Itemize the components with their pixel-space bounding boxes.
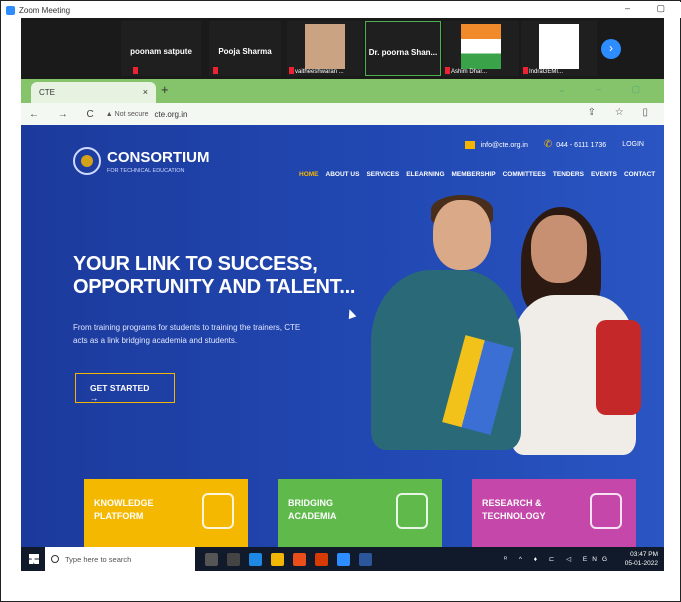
menu-item-elearning[interactable]: ELEARNING [406, 171, 444, 178]
url-input[interactable]: cte.org.in [155, 110, 188, 119]
next-page-button[interactable]: › [601, 39, 621, 59]
close-tab-icon[interactable]: × [143, 87, 148, 97]
participant-caption: vaitheeshwaran ... [295, 69, 344, 75]
student-face [433, 200, 491, 270]
menu-item-membership[interactable]: MEMBERSHIP [452, 171, 496, 178]
phone-icon: ✆ [543, 139, 553, 150]
contact-bar: info@cte.org.in ✆ 044 - 6111 1736 LOGIN [464, 139, 644, 150]
backpack-image [596, 320, 641, 415]
zoom-title-bar: Zoom Meeting – ▢ [2, 2, 681, 18]
menu-item-services[interactable]: SERVICES [366, 171, 399, 178]
tab-bar: CTE × + ⌄ – ▢ [21, 79, 664, 103]
muted-mic-icon [213, 67, 218, 74]
menu-item-contact[interactable]: CONTACT [624, 171, 655, 178]
taskbar-apps [205, 552, 372, 566]
security-indicator[interactable]: ▲ Not secure [106, 111, 149, 118]
participant-video [305, 24, 345, 69]
mail-icon [464, 140, 475, 149]
flag-avatar [461, 24, 501, 69]
task-view-icon[interactable] [227, 552, 240, 566]
browser-action-icons[interactable]: ⇪ ☆ ▯ [588, 107, 656, 118]
participant-tile[interactable]: Ashim Dhar... [443, 21, 519, 76]
browser-window: CTE × + ⌄ – ▢ ← → C ▲ Not secure cte.org… [21, 79, 664, 547]
clock-time: 03:47 PM [630, 551, 658, 558]
research-search-icon [590, 493, 622, 529]
participant-tile[interactable]: Pooja Sharma [209, 21, 281, 76]
site-logo[interactable]: CONSORTIUM FOR TECHNICAL EDUCATION [73, 147, 210, 175]
menu-item-events[interactable]: EVENTS [591, 171, 617, 178]
participant-tile[interactable]: IndraGEMI... [521, 21, 597, 76]
logo-title: CONSORTIUM [107, 148, 210, 166]
zoom-app-icon[interactable] [337, 552, 350, 566]
new-tab-button[interactable]: + [161, 82, 169, 97]
chrome-icon[interactable] [293, 552, 306, 566]
participant-caption: IndraGEMI... [529, 69, 564, 75]
clock[interactable]: 03:47 PM 05-01-2022 [625, 550, 658, 568]
login-link[interactable]: LOGIN [622, 141, 644, 148]
muted-mic-icon [133, 67, 138, 74]
taskbar: Type here to search ᴿ ^ ♦ ⊏ ◁ ENG 03:47 … [21, 547, 664, 571]
hero-heading: YOUR LINK TO SUCCESS, OPPORTUNITY AND TA… [73, 253, 355, 299]
mouse-cursor-icon [345, 307, 357, 320]
tab-cte[interactable]: CTE × [31, 82, 156, 103]
participant-name: Pooja Sharma [218, 47, 272, 56]
search-placeholder: Type here to search [65, 554, 132, 564]
screen: Zoom Meeting – ▢ poonam satpute Pooja Sh… [0, 0, 681, 602]
main-menu: HOME ABOUT US SERVICES ELEARNING MEMBERS… [299, 171, 655, 178]
bridging-academia-card[interactable]: BRIDGING ACADEMIA [278, 479, 442, 547]
cloud-logo-icon [73, 147, 101, 175]
system-tray-icons[interactable]: ᴿ ^ ♦ ⊏ ◁ ENG [504, 555, 612, 563]
phone-link[interactable]: ✆ 044 - 6111 1736 [544, 139, 606, 150]
participant-name: Dr. poorna Shan... [368, 48, 438, 57]
muted-mic-icon [523, 67, 528, 74]
window-controls[interactable]: – ▢ [625, 3, 677, 14]
participant-caption: Ashim Dhar... [451, 69, 488, 75]
research-technology-card[interactable]: RESEARCH & TECHNOLOGY [472, 479, 636, 547]
email-link[interactable]: info@cte.org.in [464, 140, 528, 149]
file-explorer-icon[interactable] [271, 552, 284, 566]
hero-line-2: OPPORTUNITY AND TALENT... [73, 276, 356, 298]
search-icon [51, 555, 59, 563]
logo-subtitle: FOR TECHNICAL EDUCATION [107, 167, 185, 174]
address-bar: ← → C ▲ Not secure cte.org.in ⇪ ☆ ▯ [21, 103, 664, 125]
knowledge-platform-card[interactable]: KNOWLEDGE PLATFORM [84, 479, 248, 547]
website: info@cte.org.in ✆ 044 - 6111 1736 LOGIN C… [21, 125, 664, 547]
tab-title: CTE [39, 88, 55, 97]
student-face [531, 215, 587, 283]
menu-item-tenders[interactable]: TENDERS [553, 171, 584, 178]
participant-tile-active[interactable]: Dr. poorna Shan... [365, 21, 441, 76]
zoom-window-title: Zoom Meeting [19, 5, 71, 15]
lightbulb-book-icon [202, 493, 234, 529]
zoom-logo-icon [6, 5, 15, 15]
participant-name: poonam satpute [130, 47, 192, 56]
participant-tile[interactable]: poonam satpute [121, 21, 201, 76]
menu-item-home[interactable]: HOME [299, 171, 319, 178]
mic-icon[interactable] [205, 552, 218, 566]
graduate-icon [396, 493, 428, 529]
powerpoint-icon[interactable] [315, 552, 328, 566]
menu-item-committees[interactable]: COMMITTEES [503, 171, 546, 178]
participant-gallery: poonam satpute Pooja Sharma vaitheeshwar… [21, 18, 664, 79]
hero-line-1: YOUR LINK TO SUCCESS, [73, 253, 318, 275]
windows-start-icon[interactable] [29, 554, 39, 564]
browser-window-controls[interactable]: ⌄ – ▢ [558, 84, 654, 95]
get-started-button[interactable]: GET STARTED → [75, 373, 175, 403]
nav-buttons[interactable]: ← → C [29, 109, 102, 120]
participant-tile[interactable]: vaitheeshwaran ... [287, 21, 363, 76]
word-icon[interactable] [359, 552, 372, 566]
taskbar-search[interactable]: Type here to search [45, 547, 195, 571]
clock-date: 05-01-2022 [624, 560, 658, 567]
muted-mic-icon [289, 67, 294, 74]
hero-text: From training programs for students to t… [73, 323, 301, 345]
menu-item-about[interactable]: ABOUT US [326, 171, 360, 178]
logo-avatar [539, 24, 579, 69]
muted-mic-icon [445, 67, 450, 74]
edge-icon[interactable] [249, 552, 262, 566]
